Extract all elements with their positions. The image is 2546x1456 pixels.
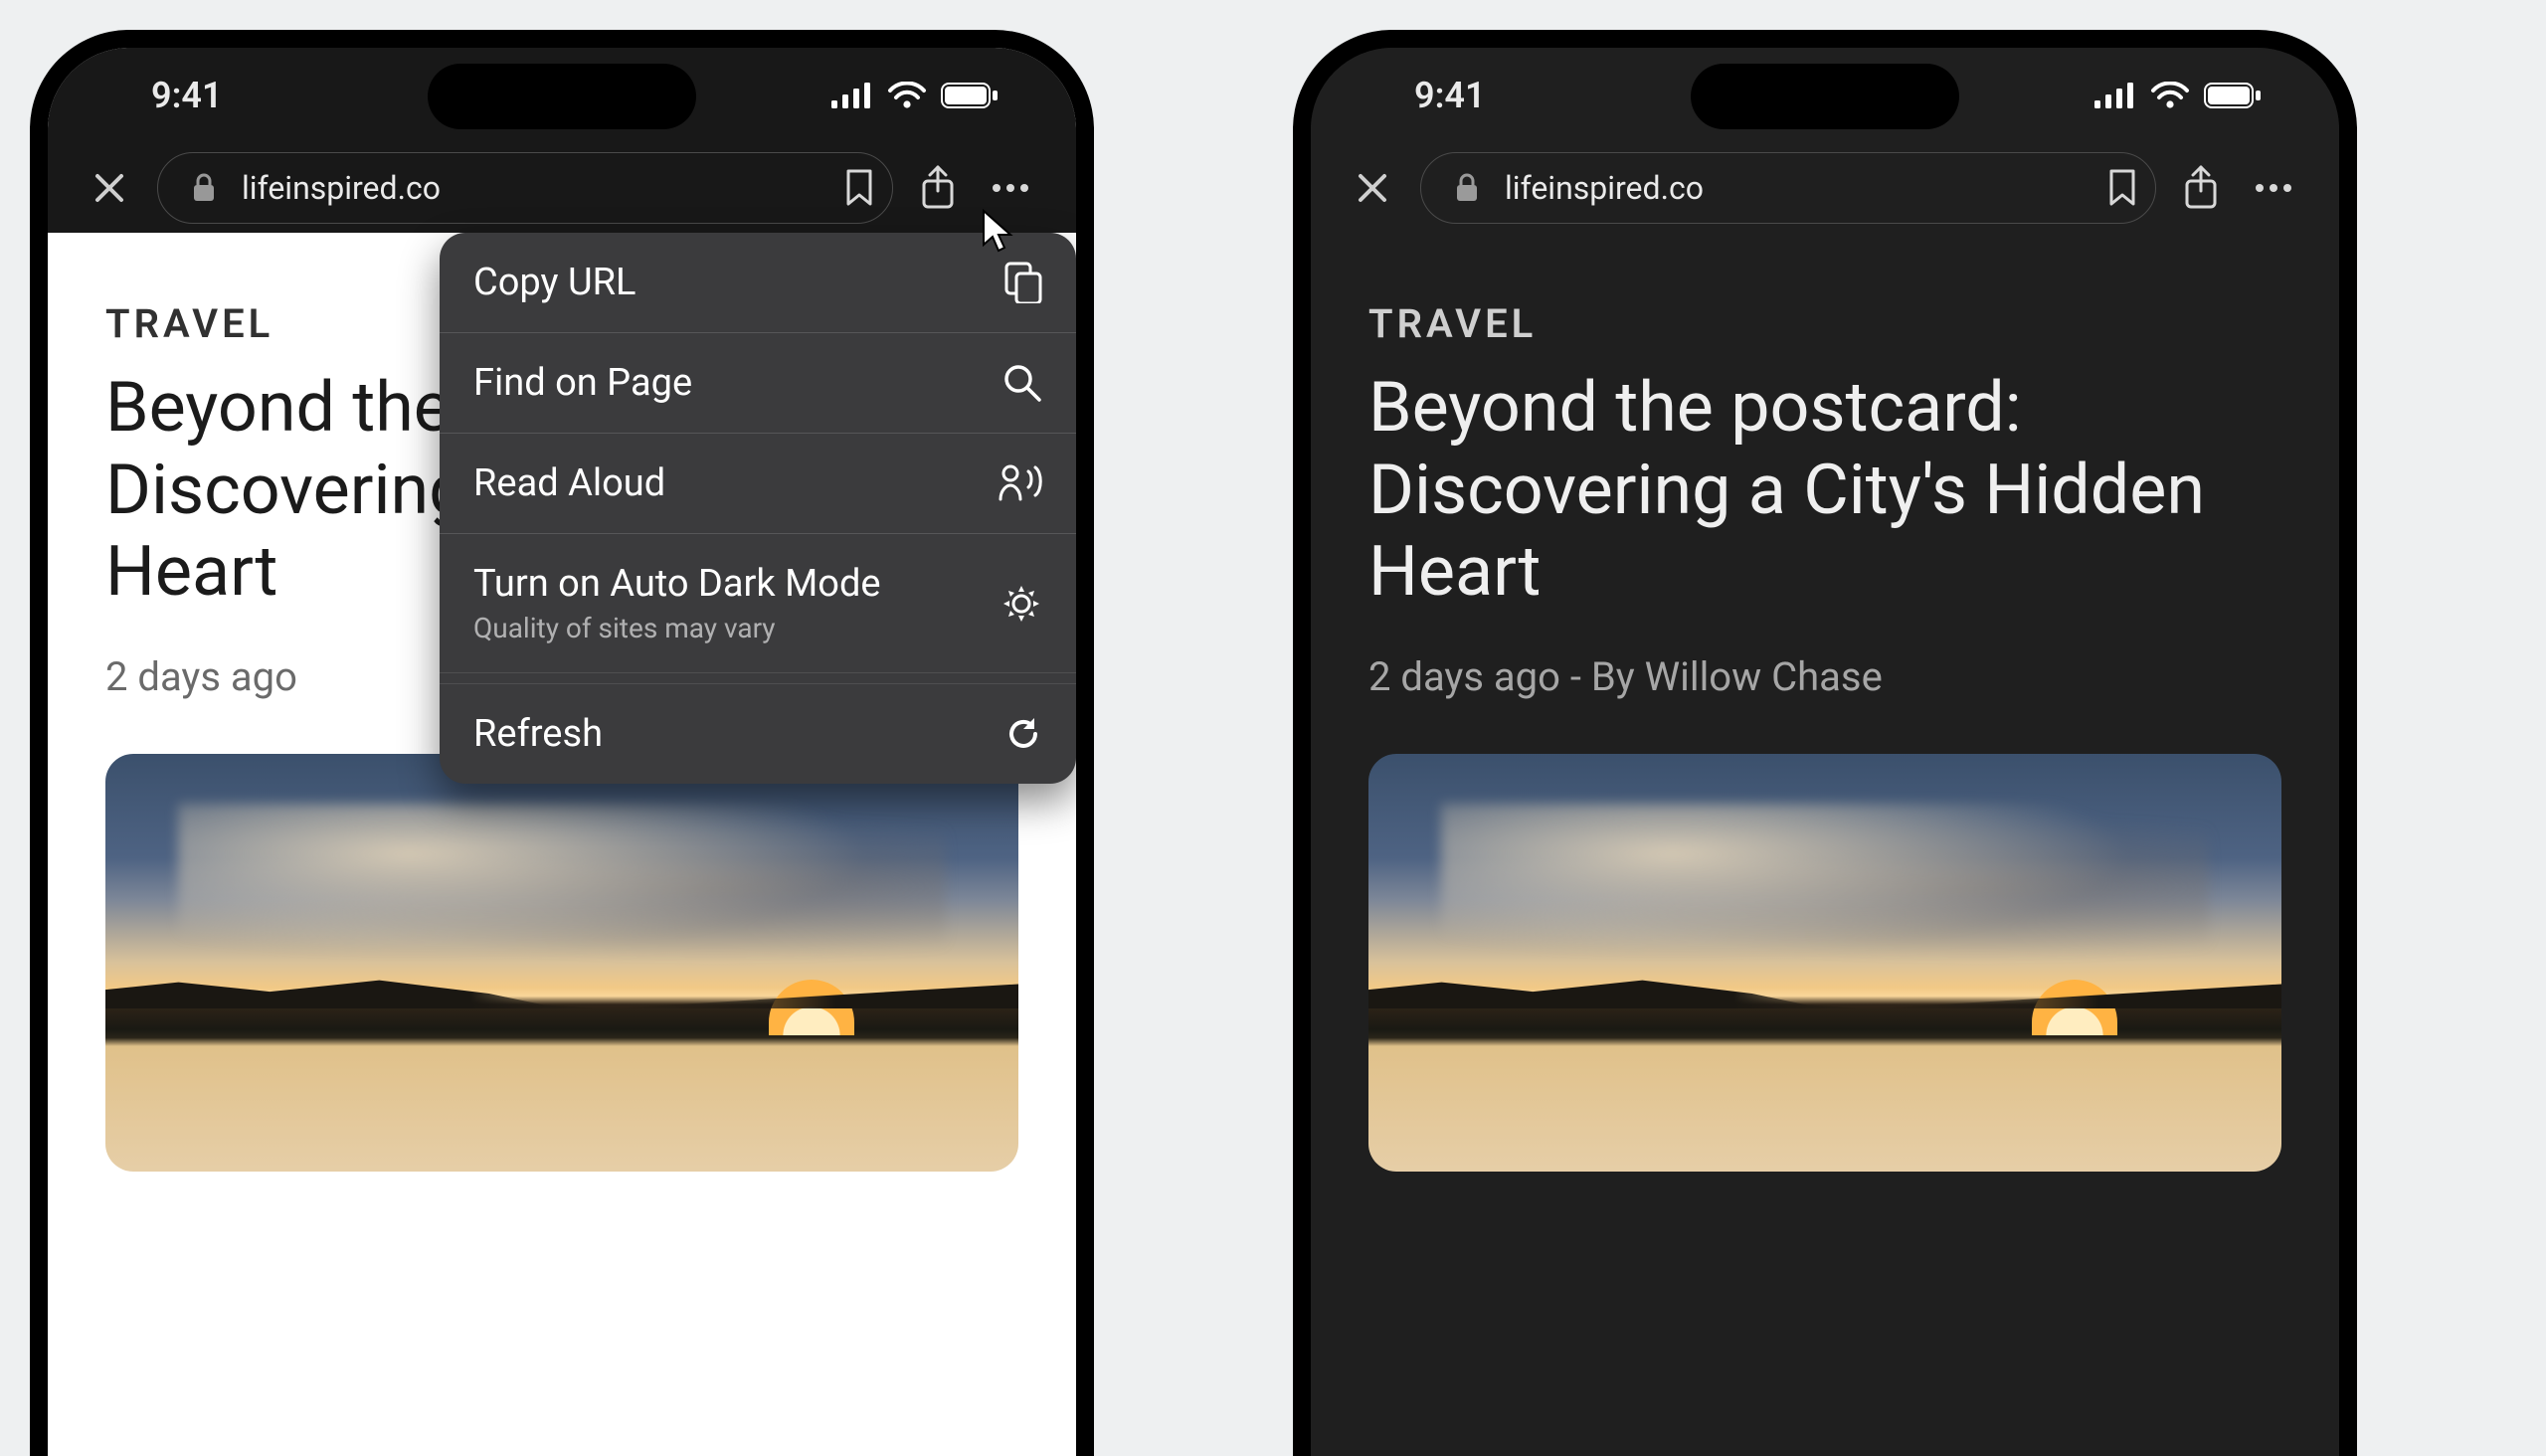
page-content[interactable]: TRAVEL Beyond the postcard: Discovering … [1311, 233, 2339, 1172]
cell-signal-icon [2094, 83, 2136, 108]
menu-item-label: Refresh [473, 712, 603, 756]
lock-icon [1455, 173, 1479, 203]
article-headline: Beyond the postcard: Discovering a City'… [1368, 367, 2281, 614]
article-meta: 2 days ago - By Willow Chase [1368, 653, 2281, 700]
status-bar: 9:41 [48, 48, 1076, 143]
menu-item-read-aloud[interactable]: Read Aloud [440, 434, 1076, 534]
close-tab-button[interactable] [82, 168, 137, 208]
copy-icon [1004, 262, 1042, 303]
browser-chrome: 9:41 lifeinspired.co [48, 48, 1076, 233]
article-category: TRAVEL [1368, 300, 2281, 347]
menu-item-label: Read Aloud [473, 461, 665, 505]
status-time: 9:41 [1414, 75, 1486, 116]
url-text: lifeinspired.co [1505, 169, 2082, 207]
meta-separator: - [1570, 653, 1591, 700]
more-menu-button[interactable] [2246, 183, 2301, 193]
browser-toolbar: lifeinspired.co [48, 143, 1076, 233]
wifi-icon [2150, 82, 2190, 109]
status-bar: 9:41 [1311, 48, 2339, 143]
screen: 9:41 lifeinspired.co [48, 48, 1076, 1456]
menu-item-auto-dark-mode[interactable]: Turn on Auto Dark Mode Quality of sites … [440, 534, 1076, 672]
article-author: Willow Chase [1645, 653, 1883, 700]
page-content[interactable]: TRAVEL Beyond the postcard: Discovering … [48, 233, 1076, 1172]
cell-signal-icon [831, 83, 873, 108]
share-button[interactable] [913, 165, 963, 211]
menu-item-sublabel: Quality of sites may vary [473, 612, 881, 644]
address-bar[interactable]: lifeinspired.co [1420, 152, 2156, 224]
wifi-icon [887, 82, 927, 109]
menu-item-label: Find on Page [473, 361, 692, 405]
menu-divider [440, 672, 1076, 684]
article-by-prefix: By [1591, 653, 1635, 700]
status-time: 9:41 [151, 75, 223, 116]
screen: 9:41 lifeinspired.co [1311, 48, 2339, 1456]
search-icon [1002, 363, 1042, 403]
article-hero-image [105, 754, 1018, 1172]
bookmark-icon[interactable] [2107, 169, 2137, 207]
menu-item-refresh[interactable]: Refresh [440, 684, 1076, 784]
menu-item-find-on-page[interactable]: Find on Page [440, 333, 1076, 434]
battery-icon [2204, 83, 2262, 108]
browser-chrome: 9:41 lifeinspired.co [1311, 48, 2339, 233]
status-icons [831, 82, 999, 109]
bookmark-icon[interactable] [844, 169, 874, 207]
browser-toolbar: lifeinspired.co [1311, 143, 2339, 233]
menu-item-label: Copy URL [473, 261, 636, 304]
page-actions-menu: Copy URL Find on Page Read Aloud Tur [440, 233, 1076, 784]
refresh-icon [1004, 715, 1042, 753]
url-text: lifeinspired.co [242, 169, 818, 207]
more-menu-button[interactable] [983, 183, 1038, 193]
phone-left: 9:41 lifeinspired.co [30, 30, 1094, 1456]
phone-right: 9:41 lifeinspired.co [1293, 30, 2357, 1456]
status-icons [2094, 82, 2262, 109]
menu-item-copy-url[interactable]: Copy URL [440, 233, 1076, 333]
article-time-ago: 2 days ago [1368, 653, 1560, 700]
lock-icon [192, 173, 216, 203]
menu-item-label: Turn on Auto Dark Mode [473, 562, 881, 606]
address-bar[interactable]: lifeinspired.co [157, 152, 893, 224]
speak-icon [999, 463, 1042, 503]
close-tab-button[interactable] [1345, 168, 1400, 208]
article-time-ago: 2 days ago [105, 653, 297, 700]
article-hero-image [1368, 754, 2281, 1172]
battery-icon [941, 83, 999, 108]
brightness-icon [1000, 583, 1042, 625]
share-button[interactable] [2176, 165, 2226, 211]
